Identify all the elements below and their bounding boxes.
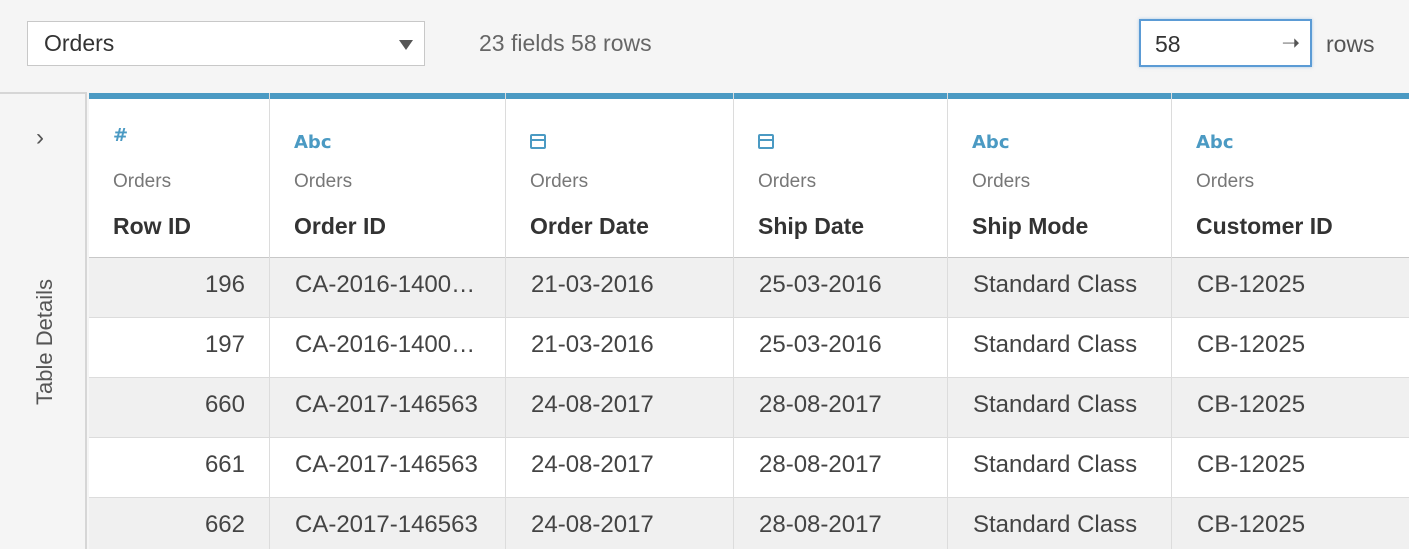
rows-count-value[interactable]: 58 <box>1155 31 1181 58</box>
table-select-value: Orders <box>44 30 115 56</box>
column-order-id: Abc Orders Order ID CA-2016-1400… CA-201… <box>270 93 506 549</box>
rows-label: rows <box>1326 31 1375 57</box>
column-name: Row ID <box>113 213 191 239</box>
table-cell: CB-12025 <box>1197 391 1306 418</box>
string-icon: Abc <box>1196 132 1234 153</box>
table-cell: CA-2017-146563 <box>295 511 478 538</box>
table-cell: CB-12025 <box>1197 511 1306 538</box>
table-cell: 28-08-2017 <box>759 451 882 478</box>
arrow-right-icon[interactable]: ➝ <box>1282 30 1300 56</box>
table-cell: 196 <box>204 271 245 298</box>
table-select[interactable]: Orders <box>27 21 425 66</box>
table-cell: 660 <box>204 391 245 418</box>
table-cell: Standard Class <box>973 271 1138 298</box>
table-cell: CB-12025 <box>1197 451 1306 478</box>
column-source: Orders <box>113 171 172 192</box>
table-cell: CA-2017-146563 <box>295 451 478 478</box>
column-name: Order Date <box>530 213 649 239</box>
data-grid: # Orders Row ID 196 197 660 661 662 Abc … <box>89 93 1409 549</box>
chevron-down-icon[interactable] <box>399 40 413 50</box>
table-cell: 24-08-2017 <box>531 511 654 538</box>
column-source: Orders <box>972 171 1031 192</box>
column-header[interactable]: Orders Ship Date <box>734 99 947 257</box>
column-header[interactable]: Orders Order Date <box>506 99 733 257</box>
table-cell: CB-12025 <box>1197 331 1306 358</box>
table-details-sidebar: › Table Details <box>0 92 87 549</box>
number-icon: # <box>113 125 129 146</box>
column-name: Order ID <box>294 213 387 239</box>
string-icon: Abc <box>294 132 332 153</box>
column-name: Ship Mode <box>972 213 1089 239</box>
rows-count-input[interactable]: 58 ➝ <box>1139 19 1312 67</box>
table-cell: 24-08-2017 <box>531 451 654 478</box>
table-cell: CA-2017-146563 <box>295 391 478 418</box>
column-source: Orders <box>530 171 589 192</box>
column-header[interactable]: Abc Orders Customer ID <box>1172 99 1409 257</box>
table-cell: Standard Class <box>973 511 1138 538</box>
table-cell: CA-2016-1400… <box>295 331 476 358</box>
column-source: Orders <box>294 171 353 192</box>
column-ship-mode: Abc Orders Ship Mode Standard Class Stan… <box>948 93 1172 549</box>
column-customer-id: Abc Orders Customer ID CB-12025 CB-12025… <box>1172 93 1409 549</box>
column-header[interactable]: Abc Orders Ship Mode <box>948 99 1171 257</box>
toolbar: Orders 23 fields 58 rows 58 ➝ rows <box>0 0 1409 92</box>
column-source: Orders <box>1196 171 1255 192</box>
column-header[interactable]: Abc Orders Order ID <box>270 99 505 257</box>
table-cell: 21-03-2016 <box>531 271 654 298</box>
table-cell: Standard Class <box>973 331 1138 358</box>
calendar-icon <box>758 133 774 154</box>
table-cell: 25-03-2016 <box>759 271 882 298</box>
table-summary: 23 fields 58 rows <box>479 30 652 56</box>
column-name: Customer ID <box>1196 213 1333 239</box>
table-cell: 21-03-2016 <box>531 331 654 358</box>
table-cell: 661 <box>204 451 245 478</box>
table-cell: CB-12025 <box>1197 271 1306 298</box>
table-cell: 24-08-2017 <box>531 391 654 418</box>
string-icon: Abc <box>972 132 1010 153</box>
column-row-id: # Orders Row ID 196 197 660 661 662 <box>89 93 270 549</box>
table-cell: Standard Class <box>973 391 1138 418</box>
table-cell: 662 <box>204 511 245 538</box>
table-cell: 25-03-2016 <box>759 331 882 358</box>
calendar-icon <box>530 133 546 154</box>
column-order-date: Orders Order Date 21-03-2016 21-03-2016 … <box>506 93 734 549</box>
chevron-right-icon[interactable]: › <box>36 124 44 152</box>
column-ship-date: Orders Ship Date 25-03-2016 25-03-2016 2… <box>734 93 948 549</box>
table-cell: 28-08-2017 <box>759 391 882 418</box>
column-header[interactable]: # Orders Row ID <box>89 99 269 257</box>
table-details-label[interactable]: Table Details <box>32 279 58 405</box>
column-source: Orders <box>758 171 817 192</box>
table-cell: Standard Class <box>973 451 1138 478</box>
table-cell: 28-08-2017 <box>759 511 882 538</box>
column-name: Ship Date <box>758 213 865 239</box>
table-cell: CA-2016-1400… <box>295 271 476 298</box>
table-cell: 197 <box>204 331 245 358</box>
